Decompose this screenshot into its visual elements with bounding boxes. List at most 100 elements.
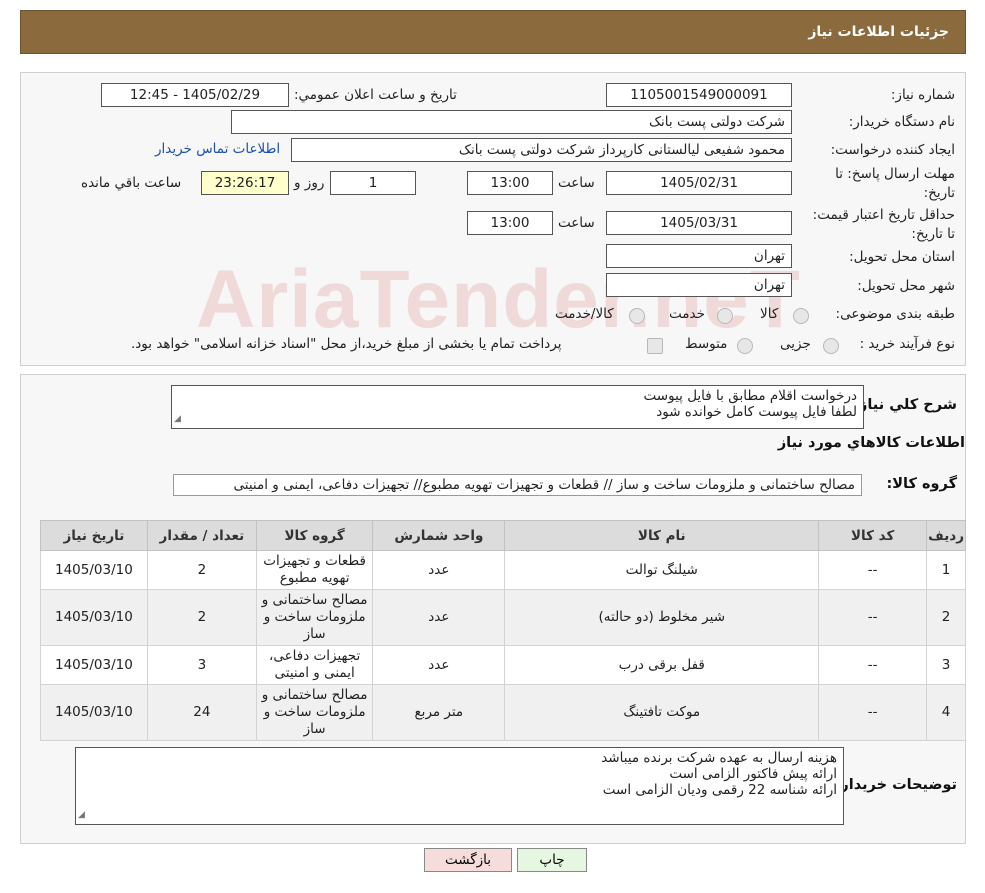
validity-label: حداقل تاريخ اعتبار قيمت: تا تاریخ: — [812, 207, 955, 242]
col-code: كد كالا — [818, 520, 928, 551]
cell-group: قطعات و تجهیزات تهویه مطبوع — [255, 550, 374, 590]
table-row: 3 -- قفل برقی درب عدد تجهیزات دفاعی، ایم… — [40, 645, 966, 685]
category-label: طبقه بندی موضوعی: — [835, 306, 955, 322]
cell-name: شیلنگ توالت — [504, 550, 820, 590]
col-row: رديف — [926, 520, 966, 551]
cell-qty: 3 — [146, 645, 257, 685]
cell-qty: 2 — [146, 550, 257, 590]
province-label: استان محل تحویل: — [849, 249, 955, 265]
need-number-field: 1105001549000091 — [606, 83, 792, 107]
category-goods-service-label: کالا/خدمت — [555, 306, 614, 322]
treasury-payment-checkbox[interactable] — [647, 338, 663, 354]
cell-date: 1405/03/10 — [40, 645, 148, 685]
page-title: جزئیات اطلاعات نیاز — [808, 24, 949, 40]
buyer-org-field: شرکت دولتی پست بانک — [231, 110, 792, 134]
need-number-label: شماره نیاز: — [890, 87, 955, 103]
back-button[interactable]: بازگشت — [424, 848, 512, 872]
resize-grip-icon[interactable]: ◢ — [174, 411, 181, 427]
buyer-contact-link[interactable]: اطلاعات تماس خریدار — [155, 141, 280, 157]
deadline-time-label: ساعت — [558, 175, 595, 191]
buyer-notes-label: توضیحات خریدار: — [834, 777, 957, 793]
cell-row: 1 — [926, 550, 966, 590]
cell-date: 1405/03/10 — [40, 589, 148, 646]
cell-code: -- — [818, 645, 928, 685]
cell-group: تجهیزات دفاعی، ایمنی و امنیتی — [255, 645, 374, 685]
days-label: روز و — [294, 175, 325, 191]
cell-group: مصالح ساختمانی و ملزومات ساخت و ساز — [255, 684, 374, 741]
table-row: 1 -- شیلنگ توالت عدد قطعات و تجهیزات تهو… — [40, 550, 966, 590]
province-field: تهران — [606, 244, 792, 268]
category-goods-service-radio[interactable] — [629, 308, 645, 324]
summary-textarea[interactable]: درخواست اقلام مطابق با فایل پیوست لطفا ف… — [171, 385, 864, 429]
category-goods-radio[interactable] — [793, 308, 809, 324]
creator-label: ایجاد کننده درخواست: — [830, 142, 955, 158]
buyer-org-label: نام دستگاه خريدار: — [848, 114, 955, 130]
cell-name: موکت تافتینگ — [504, 684, 820, 741]
need-details-panel: شرح كلي نياز: درخواست اقلام مطابق با فای… — [20, 374, 966, 844]
cell-code: -- — [818, 589, 928, 646]
process-medium-label: متوسط — [685, 336, 728, 352]
category-service-label: خدمت — [669, 306, 705, 322]
cell-unit: عدد — [372, 550, 506, 590]
remaining-time-field: 23:26:17 — [201, 171, 289, 195]
announce-label: تاریخ و ساعت اعلان عمومي: — [294, 87, 457, 103]
cell-unit: متر مربع — [372, 684, 506, 741]
page-header: جزئیات اطلاعات نیاز — [20, 10, 966, 54]
need-info-panel: AriaTender.neT شماره نیاز: 1105001549000… — [20, 72, 966, 366]
col-date: تاريخ نياز — [40, 520, 148, 551]
process-medium-radio[interactable] — [737, 338, 753, 354]
city-label: شهر محل تحویل: — [857, 278, 955, 294]
deadline-date-field: 1405/02/31 — [606, 171, 792, 195]
items-table-header: رديف كد كالا نام كالا واحد شمارش گروه كا… — [40, 520, 966, 551]
days-field: 1 — [330, 171, 416, 195]
items-table: رديف كد كالا نام كالا واحد شمارش گروه كا… — [40, 520, 966, 741]
creator-field: محمود شفیعی لیالستانی کارپرداز شرکت دولت… — [291, 138, 792, 162]
category-service-radio[interactable] — [717, 308, 733, 324]
validity-date-field: 1405/03/31 — [606, 211, 792, 235]
print-button[interactable]: چاپ — [517, 848, 587, 872]
group-label: گروه كالا: — [886, 476, 957, 492]
summary-line-1: درخواست اقلام مطابق با فایل پیوست — [643, 388, 857, 404]
process-minor-label: جزیی — [780, 336, 811, 352]
cell-qty: 24 — [146, 684, 257, 741]
col-unit: واحد شمارش — [372, 520, 506, 551]
cell-name: شیر مخلوط (دو حالته) — [504, 589, 820, 646]
process-minor-radio[interactable] — [823, 338, 839, 354]
process-label: نوع فرآیند خرید : — [859, 336, 955, 352]
cell-unit: عدد — [372, 645, 506, 685]
cell-date: 1405/03/10 — [40, 550, 148, 590]
cell-code: -- — [818, 684, 928, 741]
cell-name: قفل برقی درب — [504, 645, 820, 685]
buyer-notes-line-1: هزینه ارسال به عهده شرکت برنده میباشد — [601, 750, 837, 766]
announce-field: 1405/02/29 - 12:45 — [101, 83, 289, 107]
resize-grip-icon[interactable]: ◢ — [78, 807, 85, 823]
validity-time-field: 13:00 — [467, 211, 553, 235]
buyer-notes-textarea[interactable]: هزینه ارسال به عهده شرکت برنده میباشد ار… — [75, 747, 844, 825]
cell-code: -- — [818, 550, 928, 590]
deadline-time-field: 13:00 — [467, 171, 553, 195]
buyer-notes-line-2: ارائه پیش فاکتور الزامی است — [669, 766, 837, 782]
process-note: پرداخت تمام یا بخشی از مبلغ خرید،از محل … — [131, 336, 562, 352]
cell-row: 3 — [926, 645, 966, 685]
city-field: تهران — [606, 273, 792, 297]
col-name: نام كالا — [504, 520, 820, 551]
deadline-label: مهلت ارسال پاسخ: تا تاریخ: — [835, 166, 955, 201]
cell-date: 1405/03/10 — [40, 684, 148, 741]
table-row: 4 -- موکت تافتینگ متر مربع مصالح ساختمان… — [40, 684, 966, 741]
remaining-label: ساعت باقي مانده — [81, 175, 182, 191]
cell-row: 4 — [926, 684, 966, 741]
cell-qty: 2 — [146, 589, 257, 646]
cell-group: مصالح ساختمانی و ملزومات ساخت و ساز — [255, 589, 374, 646]
summary-label: شرح كلي نياز: — [853, 397, 957, 413]
table-row: 2 -- شیر مخلوط (دو حالته) عدد مصالح ساخت… — [40, 589, 966, 646]
summary-line-2: لطفا فایل پیوست کامل خوانده شود — [656, 404, 857, 420]
col-group: گروه كالا — [255, 520, 374, 551]
items-heading: اطلاعات كالاهاي مورد نياز — [777, 435, 965, 451]
col-qty: تعداد / مقدار — [146, 520, 257, 551]
category-goods-label: کالا — [760, 306, 779, 322]
cell-unit: عدد — [372, 589, 506, 646]
group-field: مصالح ساختمانی و ملزومات ساخت و ساز // ق… — [173, 474, 862, 496]
validity-time-label: ساعت — [558, 215, 595, 231]
cell-row: 2 — [926, 589, 966, 646]
buyer-notes-line-3: ارائه شناسه 22 رقمی ودیان الزامی است — [602, 782, 837, 798]
